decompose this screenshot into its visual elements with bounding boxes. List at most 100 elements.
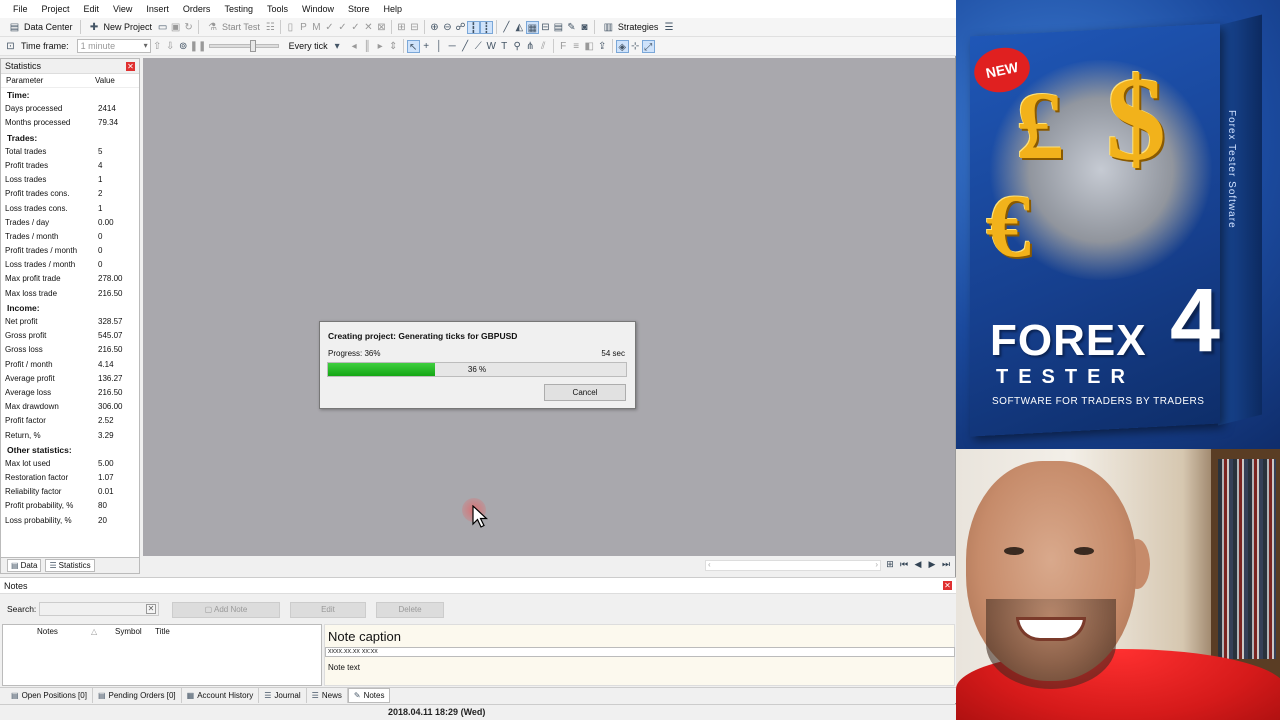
- shapes-icon[interactable]: ◧: [583, 40, 596, 53]
- refresh-icon[interactable]: ↻: [182, 21, 195, 34]
- area-chart-icon[interactable]: ◭: [513, 21, 526, 34]
- note-text[interactable]: Note text: [328, 663, 360, 672]
- first-bar-icon[interactable]: ⏮: [899, 559, 909, 570]
- strategy-list-icon[interactable]: ☰: [662, 21, 675, 34]
- arrow-up-icon[interactable]: ⇧: [151, 40, 164, 53]
- auto-scroll-icon[interactable]: ⤢: [641, 39, 655, 53]
- tab-data[interactable]: ▤ Data: [7, 559, 42, 572]
- menu-orders[interactable]: Orders: [176, 4, 218, 14]
- lines-icon[interactable]: ≡: [570, 40, 583, 53]
- menu-file[interactable]: File: [6, 4, 35, 14]
- scroll-right-icon[interactable]: ›: [875, 560, 878, 569]
- close-icon[interactable]: ✕: [126, 62, 135, 71]
- ruler-icon[interactable]: ⊹: [629, 40, 642, 53]
- step-icon[interactable]: ║: [361, 40, 374, 53]
- menu-store[interactable]: Store: [341, 4, 377, 14]
- strategies-button[interactable]: ▥ Strategies: [598, 19, 663, 35]
- binoculars-icon[interactable]: ☍: [454, 21, 467, 34]
- zoom-out-icon[interactable]: ⊖: [441, 21, 454, 34]
- horizontal-scrollbar[interactable]: ‹ ›: [705, 560, 881, 571]
- menu-tools[interactable]: Tools: [260, 4, 295, 14]
- wave-icon[interactable]: W: [485, 40, 498, 53]
- tab-pending-orders[interactable]: ▤ Pending Orders [0]: [93, 688, 182, 703]
- arrow-down-icon[interactable]: ⇩: [164, 40, 177, 53]
- tab-news[interactable]: ☰ News: [307, 688, 348, 703]
- tile-icon[interactable]: ⊞: [395, 21, 408, 34]
- next-bar-icon[interactable]: ▶: [927, 559, 937, 570]
- settings-icon[interactable]: ☷: [264, 21, 277, 34]
- test-speed-slider[interactable]: [208, 40, 279, 52]
- properties-icon[interactable]: ⊡: [4, 40, 17, 53]
- save-project-icon[interactable]: ▣: [169, 21, 182, 34]
- col-notes[interactable]: Notes △: [3, 625, 97, 639]
- chart-goto-icon[interactable]: ⊞: [885, 559, 895, 570]
- delete-note-button[interactable]: Delete: [376, 602, 444, 618]
- open-project-icon[interactable]: ▭: [156, 21, 169, 34]
- start-test-button[interactable]: ⚗ Start Test: [202, 19, 264, 35]
- chart-workspace[interactable]: [143, 58, 955, 556]
- close-icon[interactable]: ✕: [943, 581, 952, 590]
- cascade-icon[interactable]: ⊟: [408, 21, 421, 34]
- pause-icon[interactable]: ❚❚: [190, 40, 207, 53]
- menu-window[interactable]: Window: [295, 4, 341, 14]
- edit-note-button[interactable]: Edit: [290, 602, 366, 618]
- previous-bar-icon[interactable]: ◀: [913, 559, 923, 570]
- check-all-icon[interactable]: ✓: [349, 21, 362, 34]
- jump-icon[interactable]: ⇕: [387, 40, 400, 53]
- cursor-tool-icon[interactable]: ↖: [406, 39, 420, 53]
- brush-icon[interactable]: ✎: [565, 21, 578, 34]
- tick-mode-select[interactable]: Every tick ▾: [285, 38, 348, 54]
- clear-search-icon[interactable]: ✕: [146, 604, 156, 614]
- candles-view-icon[interactable]: ┋: [479, 20, 493, 34]
- templates-icon[interactable]: ▤: [552, 21, 565, 34]
- menu-help[interactable]: Help: [377, 4, 410, 14]
- menu-edit[interactable]: Edit: [77, 4, 107, 14]
- pending-order-icon[interactable]: P: [297, 21, 310, 34]
- horizontal-line-icon[interactable]: ─: [446, 40, 459, 53]
- note-date-field[interactable]: xxxx.xx.xx xx:xx: [325, 647, 955, 657]
- note-caption[interactable]: Note caption: [328, 629, 401, 644]
- period-separator-icon[interactable]: ⊟: [539, 21, 552, 34]
- notes-list[interactable]: Notes △ Symbol Title: [2, 624, 322, 686]
- data-center-button[interactable]: ▤ Data Center: [4, 19, 77, 35]
- tab-statistics[interactable]: ☰ Statistics: [45, 559, 95, 572]
- step-forward-icon[interactable]: ▸: [374, 40, 387, 53]
- menu-insert[interactable]: Insert: [139, 4, 176, 14]
- scroll-left-icon[interactable]: ‹: [708, 560, 711, 569]
- slider-thumb[interactable]: [249, 40, 256, 52]
- menu-testing[interactable]: Testing: [217, 4, 260, 14]
- trend-line-icon[interactable]: ╱: [459, 40, 472, 53]
- bars-view-icon[interactable]: ┇: [466, 20, 480, 34]
- step-back-icon[interactable]: ◂: [348, 40, 361, 53]
- fib-tools-icon[interactable]: F: [557, 40, 570, 53]
- arrows-icon[interactable]: ⇪: [596, 40, 609, 53]
- new-project-button[interactable]: ✚ New Project: [84, 19, 157, 35]
- grid-icon[interactable]: ▦: [525, 20, 539, 34]
- market-order-icon[interactable]: M: [310, 21, 323, 34]
- fibonacci-icon[interactable]: ⋔: [524, 40, 537, 53]
- zoom-in-icon[interactable]: ⊕: [428, 21, 441, 34]
- close-order-icon[interactable]: ✕: [362, 21, 375, 34]
- tab-account-history[interactable]: ▦ Account History: [182, 688, 260, 703]
- text-icon[interactable]: T: [498, 40, 511, 53]
- vertical-line-icon[interactable]: │: [433, 40, 446, 53]
- menu-view[interactable]: View: [106, 4, 139, 14]
- tab-notes[interactable]: ✎ Notes: [347, 688, 391, 703]
- check-icon[interactable]: ✓: [336, 21, 349, 34]
- tab-journal[interactable]: ☰ Journal: [259, 688, 307, 703]
- col-symbol[interactable]: Symbol: [95, 625, 151, 639]
- fast-forward-icon[interactable]: ⊚: [177, 40, 190, 53]
- ray-icon[interactable]: ⟋: [472, 40, 485, 53]
- search-input[interactable]: ✕: [39, 602, 159, 616]
- chart-type-icon[interactable]: ▯: [284, 21, 297, 34]
- modify-order-icon[interactable]: ✓: [323, 21, 336, 34]
- lock-icon[interactable]: ⊠: [375, 21, 388, 34]
- label-icon[interactable]: ⚲: [511, 40, 524, 53]
- crosshair-icon[interactable]: +: [420, 40, 433, 53]
- tab-open-positions[interactable]: ▤ Open Positions [0]: [6, 688, 93, 703]
- line-chart-icon[interactable]: ╱: [500, 21, 513, 34]
- menu-project[interactable]: Project: [35, 4, 77, 14]
- col-title[interactable]: Title: [151, 625, 170, 639]
- cancel-button[interactable]: Cancel: [544, 384, 626, 401]
- screenshot-icon[interactable]: ◙: [578, 21, 591, 34]
